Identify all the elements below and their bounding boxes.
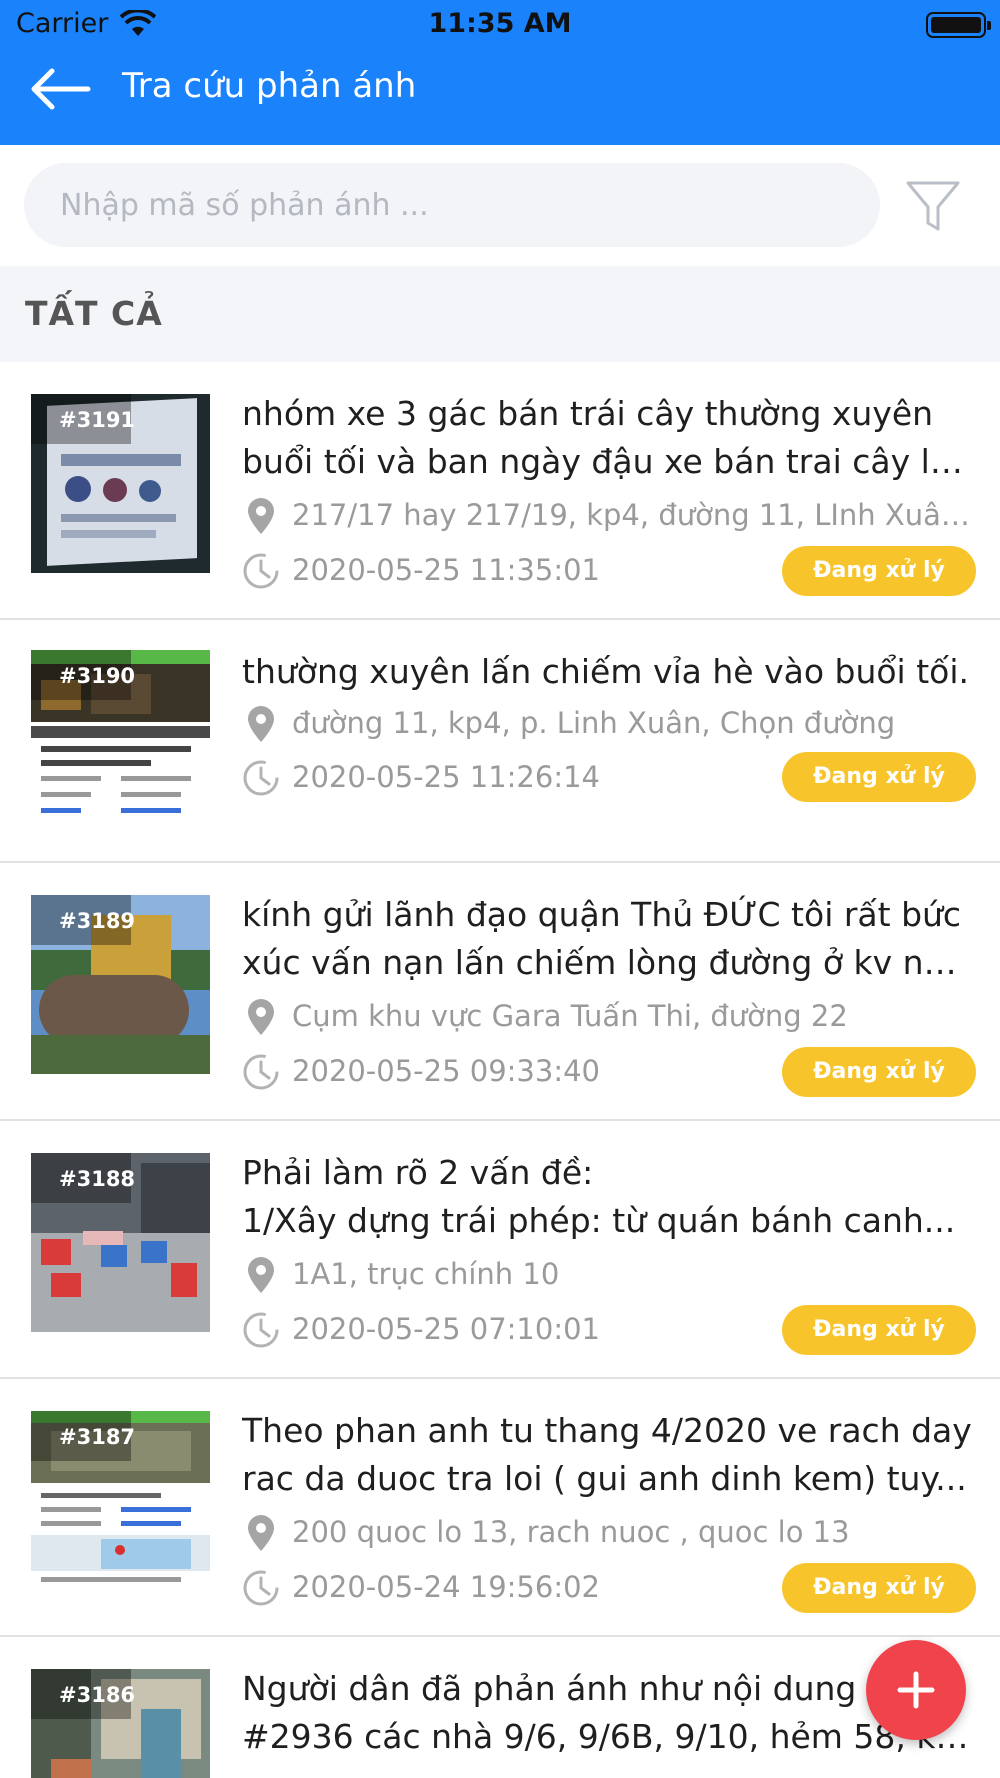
status-badge: Đang xử lý [782, 546, 976, 596]
list-item[interactable]: #3187 Theo phan anh tu thang 4/2020 ve r… [0, 1379, 1000, 1637]
report-thumbnail: #3186 [31, 1669, 210, 1778]
section-header: TẤT CẢ [0, 266, 1000, 362]
report-address: 200 quoc lo 13, rach nuoc , quoc lo 13 [292, 1515, 850, 1549]
report-thumbnail: #3188 [31, 1153, 210, 1332]
report-address: đường 11, kp4, p. Linh Xuân, Chọn đường [292, 706, 896, 740]
clock-icon [243, 1054, 279, 1090]
location-pin-icon [248, 1257, 274, 1293]
clock-icon [243, 553, 279, 589]
location-pin-icon [248, 999, 274, 1035]
report-title: kính gửi lãnh đạo quận Thủ ĐỨC tôi rất b… [242, 895, 972, 982]
report-title: Người dân đã phản ánh như nội dung số #2… [242, 1669, 972, 1756]
clock-icon [243, 760, 279, 796]
report-thumbnail: #3189 [31, 895, 210, 1074]
add-report-button[interactable] [866, 1640, 966, 1740]
status-bar: Carrier 11:35 AM [0, 0, 1000, 48]
report-code: #3190 [59, 664, 136, 688]
section-title: TẤT CẢ [25, 294, 163, 333]
back-arrow-icon[interactable] [28, 64, 92, 114]
report-code: #3191 [59, 408, 136, 432]
status-badge: Đang xử lý [782, 1305, 976, 1355]
search-input[interactable] [60, 163, 850, 247]
list-item[interactable]: #3190 thường xuyên lấn chiếm vỉa hè vào … [0, 620, 1000, 863]
status-badge: Đang xử lý [782, 752, 976, 802]
report-code: #3186 [59, 1683, 136, 1707]
clock-icon [243, 1570, 279, 1606]
report-address: 217/17 hay 217/19, kp4, đường 11, LInh X… [292, 498, 982, 532]
plus-icon [897, 1671, 935, 1709]
list-item[interactable]: #3186 Người dân đã phản ánh như nội dung… [0, 1637, 1000, 1778]
report-title: nhóm xe 3 gác bán trái cây thường xuyên … [242, 394, 972, 481]
list-item[interactable]: #3191 nhóm xe 3 gác bán trái cây thường … [0, 362, 1000, 620]
list-item[interactable]: #3188 Phải làm rõ 2 vấn đề: 1/Xây dựng t… [0, 1121, 1000, 1379]
report-address: 1A1, trục chính 10 [292, 1257, 560, 1291]
list-item[interactable]: #3189 kính gửi lãnh đạo quận Thủ ĐỨC tôi… [0, 863, 1000, 1121]
status-badge: Đang xử lý [782, 1047, 976, 1097]
report-title: thường xuyên lấn chiếm vỉa hè vào buổi t… [242, 652, 969, 691]
battery-icon [926, 12, 991, 38]
report-list: #3191 nhóm xe 3 gác bán trái cây thường … [0, 362, 1000, 1778]
location-pin-icon [248, 706, 274, 742]
nav-bar: Tra cứu phản ánh [0, 48, 1000, 145]
report-title: Phải làm rõ 2 vấn đề: 1/Xây dựng trái ph… [242, 1153, 956, 1240]
search-box [24, 163, 880, 247]
report-thumbnail: #3191 [31, 394, 210, 573]
report-title: Theo phan anh tu thang 4/2020 ve rach da… [242, 1411, 972, 1498]
report-code: #3188 [59, 1167, 136, 1191]
search-area [0, 145, 1000, 266]
clock-time: 11:35 AM [428, 8, 572, 39]
location-pin-icon [248, 498, 274, 534]
report-code: #3187 [59, 1425, 136, 1449]
location-pin-icon [248, 1515, 274, 1551]
report-thumbnail: #3190 [31, 650, 210, 829]
report-code: #3189 [59, 909, 136, 933]
status-badge: Đang xử lý [782, 1563, 976, 1613]
report-address: Cụm khu vực Gara Tuấn Thi, đường 22 [292, 999, 848, 1033]
clock-icon [243, 1312, 279, 1348]
page-title: Tra cứu phản ánh [122, 66, 417, 106]
filter-icon[interactable] [904, 179, 962, 235]
report-thumbnail: #3187 [31, 1411, 210, 1590]
